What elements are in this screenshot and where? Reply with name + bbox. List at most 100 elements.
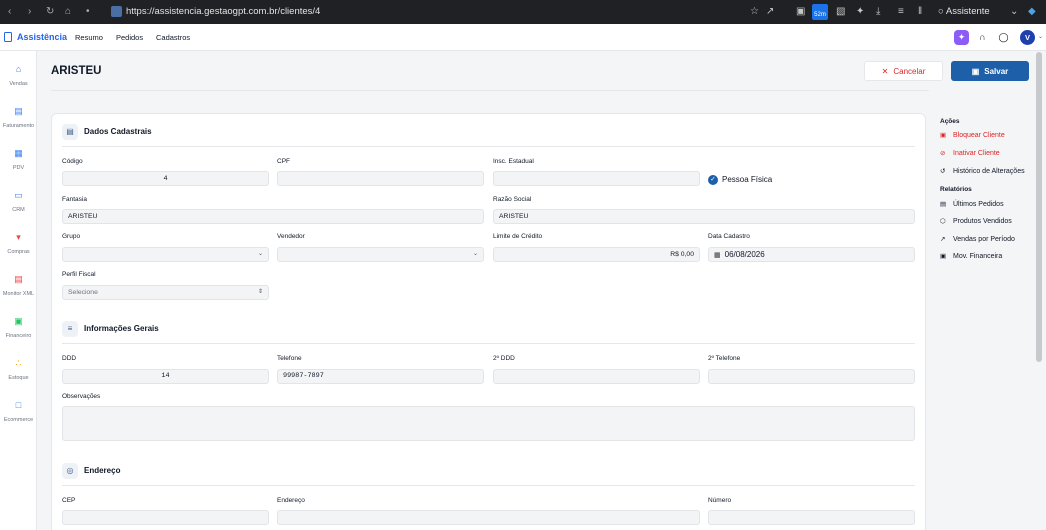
page-title: ARISTEU: [51, 65, 102, 77]
lock-icon: ▣: [940, 132, 947, 139]
sidebar-item-crm[interactable]: ▭ CRM: [0, 189, 37, 227]
telefone-field[interactable]: 99987-7897: [277, 369, 484, 384]
headset-icon[interactable]: ∩: [976, 31, 989, 44]
endereco-field[interactable]: [277, 510, 700, 525]
chevron-down-icon[interactable]: ⌄: [1038, 33, 1043, 40]
vendas-periodo-link[interactable]: ↗ Vendas por Período: [940, 235, 1015, 244]
chat-bubble-icon[interactable]: ◯: [997, 31, 1010, 44]
pessoa-fisica-label[interactable]: Pessoa Física: [722, 175, 772, 185]
bloquear-cliente-link[interactable]: ▣ Bloquear Cliente: [940, 131, 1005, 140]
sidebar-item-financeiro[interactable]: ▣ Financeiro: [0, 315, 37, 353]
cep-label: CEP: [62, 497, 76, 504]
cpf-label: CPF: [277, 158, 290, 165]
menu-cadastros[interactable]: Cadastros: [156, 33, 190, 43]
menu-resumo[interactable]: Resumo: [75, 33, 103, 43]
razao-social-label: Razão Social: [493, 196, 532, 203]
mov-financeira-link[interactable]: ▣ Mov. Financeira: [940, 252, 1002, 261]
perfil-fiscal-select[interactable]: Selecione ⇕: [62, 285, 269, 300]
orders-icon: ▤: [940, 201, 947, 208]
ddd2-label: 2º DDD: [493, 355, 515, 362]
observacoes-textarea[interactable]: [62, 406, 915, 441]
insc-estadual-label: Insc. Estadual: [493, 158, 534, 165]
home-icon[interactable]: ⌂: [65, 5, 71, 19]
screenshot-icon[interactable]: ▣: [796, 5, 805, 19]
store-icon: ▦: [14, 148, 23, 158]
list-icon[interactable]: ≡: [898, 5, 904, 19]
location-pin-icon: ◎: [62, 463, 78, 479]
sidebar-item-monitor-xml[interactable]: ▤ Monitor XML: [0, 273, 37, 311]
ai-sparkle-icon[interactable]: ✦: [954, 30, 969, 45]
acoes-heading: Ações: [940, 118, 960, 125]
avatar[interactable]: V: [1020, 30, 1035, 45]
sidebar-item-vendas[interactable]: ⌂ Vendas: [0, 63, 37, 101]
fantasia-field[interactable]: ARISTEU: [62, 209, 484, 224]
site-favicon-icon: [111, 6, 122, 17]
app-header: Assistência Resumo Pedidos Cadastros ✦ ∩…: [0, 24, 1046, 51]
forward-icon[interactable]: ›: [28, 5, 31, 19]
sidebar-item-compras[interactable]: ▾ Compras: [0, 231, 37, 269]
numero-field[interactable]: [708, 510, 915, 525]
close-icon: ✕: [881, 66, 889, 76]
sidebar-item-faturamento[interactable]: ▤ Faturamento: [0, 105, 37, 143]
ddd-field[interactable]: 14: [62, 369, 269, 384]
sidebar-item-pdv[interactable]: ▦ PDV: [0, 147, 37, 185]
mic-icon[interactable]: •: [86, 5, 90, 19]
relatorios-heading: Relatórios: [940, 186, 972, 193]
timer-extension-icon[interactable]: 52m: [812, 4, 828, 20]
chevron-down-icon[interactable]: ⌄: [1010, 5, 1018, 19]
sidebar-item-estoque[interactable]: ∴ Estoque: [0, 357, 37, 395]
edge-copilot-icon[interactable]: ◆: [1028, 5, 1036, 19]
cart-icon: ▾: [16, 232, 21, 242]
id-card-icon: ▤: [62, 124, 78, 140]
sidebar-item-ecommerce[interactable]: □ Ecommerce: [0, 399, 37, 437]
header-divider: [51, 90, 929, 91]
brand-name[interactable]: Assistência: [17, 32, 67, 43]
extensions-icon[interactable]: ✦: [856, 5, 864, 19]
inativar-cliente-link[interactable]: ⊘ Inativar Cliente: [940, 149, 1000, 158]
save-button[interactable]: ▣ Salvar: [951, 61, 1029, 81]
cancel-button[interactable]: ✕ Cancelar: [864, 61, 943, 81]
grupo-label: Grupo: [62, 233, 81, 240]
grupo-select[interactable]: ⌄: [62, 247, 269, 262]
chevron-down-icon: ⌄: [472, 251, 478, 257]
back-icon[interactable]: ‹: [8, 5, 11, 19]
section-divider: [62, 146, 915, 147]
assistant-button[interactable]: ○ Assistente: [938, 6, 990, 18]
section-divider: [62, 485, 915, 486]
ddd2-field[interactable]: [493, 369, 700, 384]
numero-label: Número: [708, 497, 732, 504]
razao-social-field[interactable]: ARISTEU: [493, 209, 915, 224]
document-icon: ▤: [14, 106, 23, 116]
ultimos-pedidos-link[interactable]: ▤ Últimos Pedidos: [940, 200, 1004, 209]
scrollbar[interactable]: [1036, 52, 1042, 362]
data-cadastro-field[interactable]: ▦ 06/08/2026: [708, 247, 915, 262]
observacoes-label: Observações: [62, 393, 101, 400]
produtos-vendidos-link[interactable]: ⬡ Produtos Vendidos: [940, 217, 1012, 226]
link-icon[interactable]: ↗: [766, 5, 774, 19]
star-icon[interactable]: ☆: [750, 5, 759, 19]
package-icon: ⬡: [940, 218, 946, 225]
browser-toolbar: ‹ › ↻ ⌂ • https://assistencia.gestaogpt.…: [0, 0, 1046, 24]
menu-pedidos[interactable]: Pedidos: [116, 33, 143, 43]
limite-credito-field[interactable]: R$ 0,00: [493, 247, 700, 262]
audio-icon[interactable]: ‖: [918, 5, 922, 19]
pessoa-fisica-checkbox[interactable]: ✓: [708, 175, 718, 185]
telefone2-field[interactable]: [708, 369, 915, 384]
historico-alteracoes-link[interactable]: ↺ Histórico de Alterações: [940, 167, 1025, 176]
xml-file-icon: ▤: [14, 274, 23, 284]
image-icon[interactable]: ▧: [836, 5, 845, 19]
address-bar[interactable]: https://assistencia.gestaogpt.com.br/cli…: [126, 6, 320, 18]
reload-icon[interactable]: ↻: [46, 5, 54, 19]
download-icon[interactable]: ⤓: [876, 5, 880, 19]
telefone-label: Telefone: [277, 355, 302, 362]
codigo-label: Código: [62, 158, 83, 165]
ban-icon: ⊘: [940, 150, 946, 157]
cpf-field[interactable]: [277, 171, 484, 186]
ddd-label: DDD: [62, 355, 77, 362]
cep-field[interactable]: [62, 510, 269, 525]
insc-estadual-field[interactable]: [493, 171, 700, 186]
sidebar: ⌂ Vendas ▤ Faturamento ▦ PDV ▭ CRM ▾ Com…: [0, 51, 37, 530]
codigo-field[interactable]: 4: [62, 171, 269, 186]
vendedor-select[interactable]: ⌄: [277, 247, 484, 262]
data-cadastro-label: Data Cadastro: [708, 233, 750, 240]
